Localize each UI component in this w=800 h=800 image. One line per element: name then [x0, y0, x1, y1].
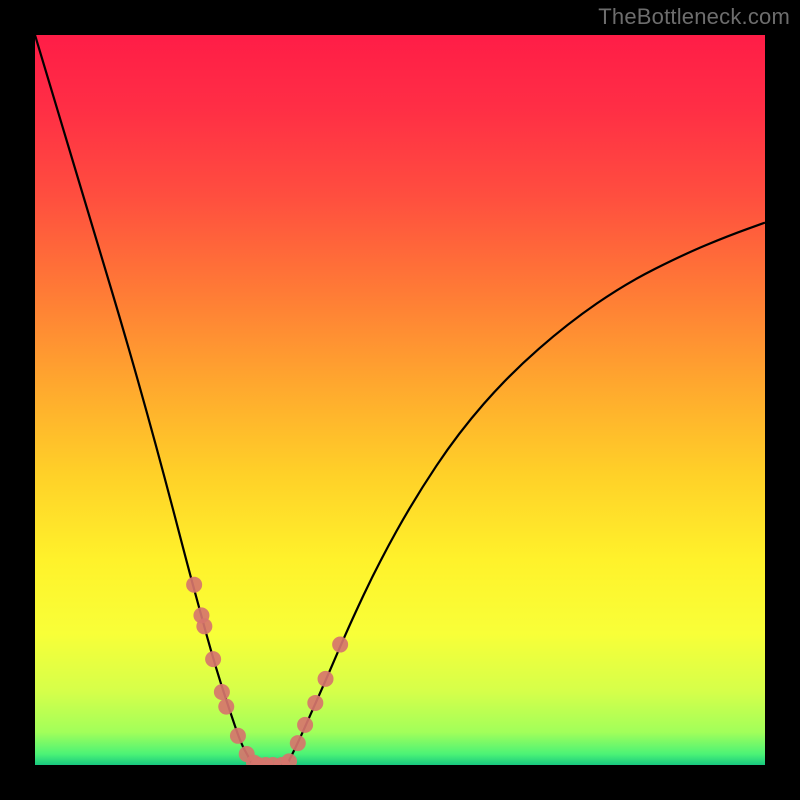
data-dot: [230, 728, 246, 744]
bottleneck-curve: [35, 35, 765, 765]
data-dot: [307, 695, 323, 711]
data-dot: [332, 637, 348, 653]
data-dot: [318, 671, 334, 687]
chart-frame: TheBottleneck.com: [0, 0, 800, 800]
data-dot: [196, 618, 212, 634]
data-dot: [214, 684, 230, 700]
watermark-label: TheBottleneck.com: [598, 4, 790, 30]
data-dot: [281, 753, 297, 765]
data-dot: [186, 577, 202, 593]
data-dot: [218, 699, 234, 715]
data-dot: [297, 717, 313, 733]
data-dot: [205, 651, 221, 667]
plot-area: [35, 35, 765, 765]
data-dots: [186, 577, 348, 765]
data-dot: [290, 735, 306, 751]
curve-layer: [35, 35, 765, 765]
